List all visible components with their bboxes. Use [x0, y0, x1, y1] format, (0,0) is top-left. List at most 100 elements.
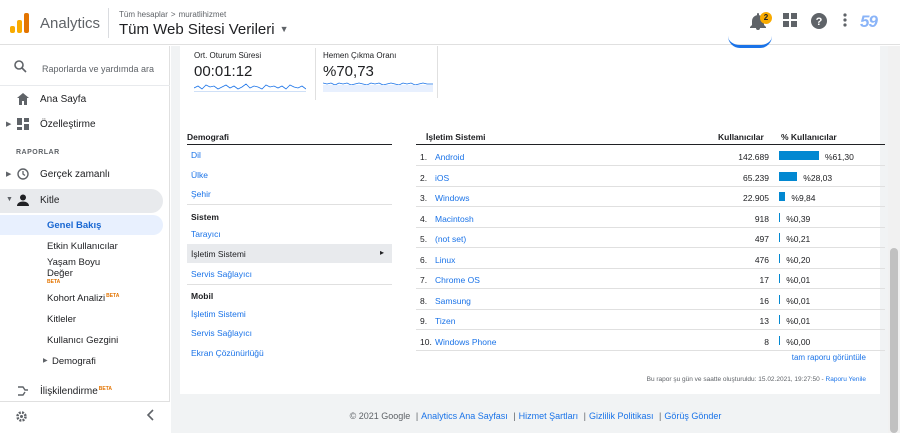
sidebar-search[interactable]: Raporlarda ve yardımda ara — [0, 50, 170, 82]
footer-link-privacy[interactable]: Gizlilik Politikası — [589, 411, 654, 421]
row-index: 2. — [420, 172, 428, 183]
os-name-link[interactable]: Chrome OS — [435, 275, 480, 285]
dimension-mobile-os[interactable]: İşletim Sistemi — [187, 304, 392, 323]
expand-arrow-icon: ▶ — [43, 358, 48, 364]
column-header-users: Kullanıcılar — [718, 132, 764, 142]
dimension-screen-resolution[interactable]: Ekran Çözünürlüğü — [187, 343, 392, 362]
row-index: 10. — [420, 336, 432, 347]
footer-link-feedback[interactable]: Görüş Gönder — [664, 411, 721, 421]
breadcrumb-account-root[interactable]: Tüm hesaplar — [119, 10, 168, 19]
sidebar-subitem-lifetime-value[interactable]: Yaşam Boyu Değer BETA — [0, 255, 170, 289]
dimension-country[interactable]: Ülke — [187, 165, 392, 184]
breadcrumb-separator: > — [170, 10, 176, 19]
table-row[interactable]: 8. Samsung 16 %0,01 — [416, 290, 885, 310]
dimension-label: Dil — [191, 150, 201, 160]
row-index: 7. — [420, 275, 428, 285]
metric-label: Hemen Çıkma Oranı — [323, 51, 397, 60]
sidebar-item-home[interactable]: Ana Sayfa — [0, 88, 170, 112]
table-row[interactable]: 1. Android 142.689 %61,30 — [416, 146, 885, 166]
search-placeholder: Raporlarda ve yardımda ara — [42, 64, 155, 74]
sidebar-item-label: Kitle — [40, 195, 60, 206]
breadcrumb-account[interactable]: muratlihizmet — [179, 10, 227, 19]
metric-value: 00:01:12 — [194, 63, 253, 80]
sidebar-subitem-overview[interactable]: Genel Bakış — [0, 215, 163, 235]
users-count: 16 — [759, 295, 769, 306]
sidebar-subitem-user-explorer[interactable]: Kullanıcı Gezgini — [0, 331, 170, 351]
sidebar-item-customization[interactable]: ▶ Özelleştirme — [0, 113, 170, 137]
table-row[interactable]: 6. Linux 476 %0,20 — [416, 249, 885, 269]
table-row[interactable]: 9. Tizen 13 %0,01 — [416, 310, 885, 330]
os-name-link[interactable]: Windows — [435, 193, 469, 203]
property-selector[interactable]: Tüm Web Sitesi Verileri ▼ — [119, 21, 289, 38]
users-count: 918 — [754, 213, 769, 224]
percent-bar — [779, 294, 781, 304]
refresh-report-link[interactable]: Raporu Yenile — [826, 376, 866, 383]
apps-grid-icon[interactable] — [781, 13, 799, 31]
collapse-sidebar-icon[interactable] — [146, 409, 154, 424]
row-index: 6. — [420, 254, 428, 265]
sidebar-subitem-demographics[interactable]: ▶ Demografi — [0, 352, 170, 372]
more-vert-icon[interactable] — [836, 13, 854, 31]
sidebar-item-realtime[interactable]: ▶ Gerçek zamanlı — [0, 163, 170, 187]
metric-avg-session-duration[interactable]: Ort. Oturum Süresi 00:01:12 — [190, 48, 308, 100]
os-name-link[interactable]: (not set) — [435, 234, 466, 244]
percent-bar — [779, 212, 781, 222]
os-name-link[interactable]: iOS — [435, 173, 449, 183]
os-name-link[interactable]: Linux — [435, 255, 455, 265]
help-icon[interactable]: ? — [810, 13, 828, 31]
sidebar-item-label: Gerçek zamanlı — [40, 169, 111, 180]
os-name-link[interactable]: Windows Phone — [435, 337, 496, 347]
clock-icon — [16, 168, 30, 182]
expand-arrow-icon: ▶ — [6, 121, 12, 128]
os-name-link[interactable]: Tizen — [435, 316, 455, 326]
copyright: © 2021 Google — [349, 411, 411, 421]
gear-icon[interactable] — [15, 410, 28, 426]
os-name-link[interactable]: Macintosh — [435, 214, 474, 224]
dimension-label: Servis Sağlayıcı — [191, 269, 252, 279]
sidebar-subitem-audiences[interactable]: Kitleler — [0, 310, 170, 330]
divider — [108, 8, 109, 38]
table-row[interactable]: 4. Macintosh 918 %0,39 — [416, 208, 885, 228]
table-row[interactable]: 7. Chrome OS 17 %0,01 — [416, 269, 885, 289]
full-report-link[interactable]: tam raporu görüntüle — [792, 353, 866, 362]
table-row[interactable]: 3. Windows 22.905 %9,84 — [416, 187, 885, 207]
dimension-mobile-provider[interactable]: Servis Sağlayıcı — [187, 323, 392, 342]
chevron-right-icon: ▸ — [379, 248, 384, 257]
dimension-operating-system[interactable]: İşletim Sistemi ▸ — [187, 244, 392, 263]
analytics-logo-icon[interactable] — [10, 13, 30, 33]
scrollbar-thumb[interactable] — [890, 248, 898, 433]
percent-value: %0,21 — [786, 234, 811, 244]
divider — [0, 85, 170, 86]
property-name: Tüm Web Sitesi Verileri — [119, 21, 275, 38]
divider — [437, 46, 438, 98]
percent-bar — [779, 274, 781, 283]
table-row[interactable]: 10. Windows Phone 8 %0,00 — [416, 331, 885, 351]
footer-link-terms[interactable]: Hizmet Şartları — [519, 411, 579, 421]
table-row[interactable]: 5. (not set) 497 %0,21 — [416, 228, 885, 248]
dimension-label: Ekran Çözünürlüğü — [191, 348, 264, 358]
breadcrumb[interactable]: Tüm hesaplar > muratlihizmet — [119, 10, 226, 19]
table-row[interactable]: 2. iOS 65.239 %28,03 — [416, 167, 885, 187]
os-name-link[interactable]: Samsung — [435, 296, 471, 306]
account-avatar[interactable]: 59 — [860, 12, 878, 32]
dimension-label: İşletim Sistemi — [191, 309, 246, 319]
percent-bar — [779, 233, 781, 242]
dimension-browser[interactable]: Tarayıcı — [187, 224, 392, 243]
sidebar-item-audience[interactable]: ▼ Kitle — [0, 189, 163, 213]
footer-separator: | — [658, 411, 662, 421]
dimension-label: İşletim Sistemi — [191, 249, 246, 259]
os-name-link[interactable]: Android — [435, 152, 464, 162]
sidebar-subitem-label: Genel Bakış — [47, 220, 102, 231]
sidebar-subitem-cohort[interactable]: Kohort AnaliziBETA — [0, 289, 170, 309]
footer-link-home[interactable]: Analytics Ana Sayfası — [421, 411, 508, 421]
metric-bounce-rate[interactable]: Hemen Çıkma Oranı %70,73 — [315, 48, 433, 100]
dimension-language[interactable]: Dil — [187, 145, 392, 164]
users-count: 142.689 — [738, 152, 769, 162]
sidebar-subitem-label: Kohort AnaliziBETA — [47, 293, 119, 304]
sparkline — [194, 83, 306, 92]
collapse-arrow-icon: ▼ — [6, 196, 13, 203]
dimension-city[interactable]: Şehir — [187, 184, 392, 203]
sidebar-subitem-active-users[interactable]: Etkin Kullanıcılar — [0, 237, 170, 255]
main-content: Ort. Oturum Süresi 00:01:12 Hemen Çıkma … — [171, 45, 900, 433]
dimension-service-provider[interactable]: Servis Sağlayıcı — [187, 264, 392, 283]
